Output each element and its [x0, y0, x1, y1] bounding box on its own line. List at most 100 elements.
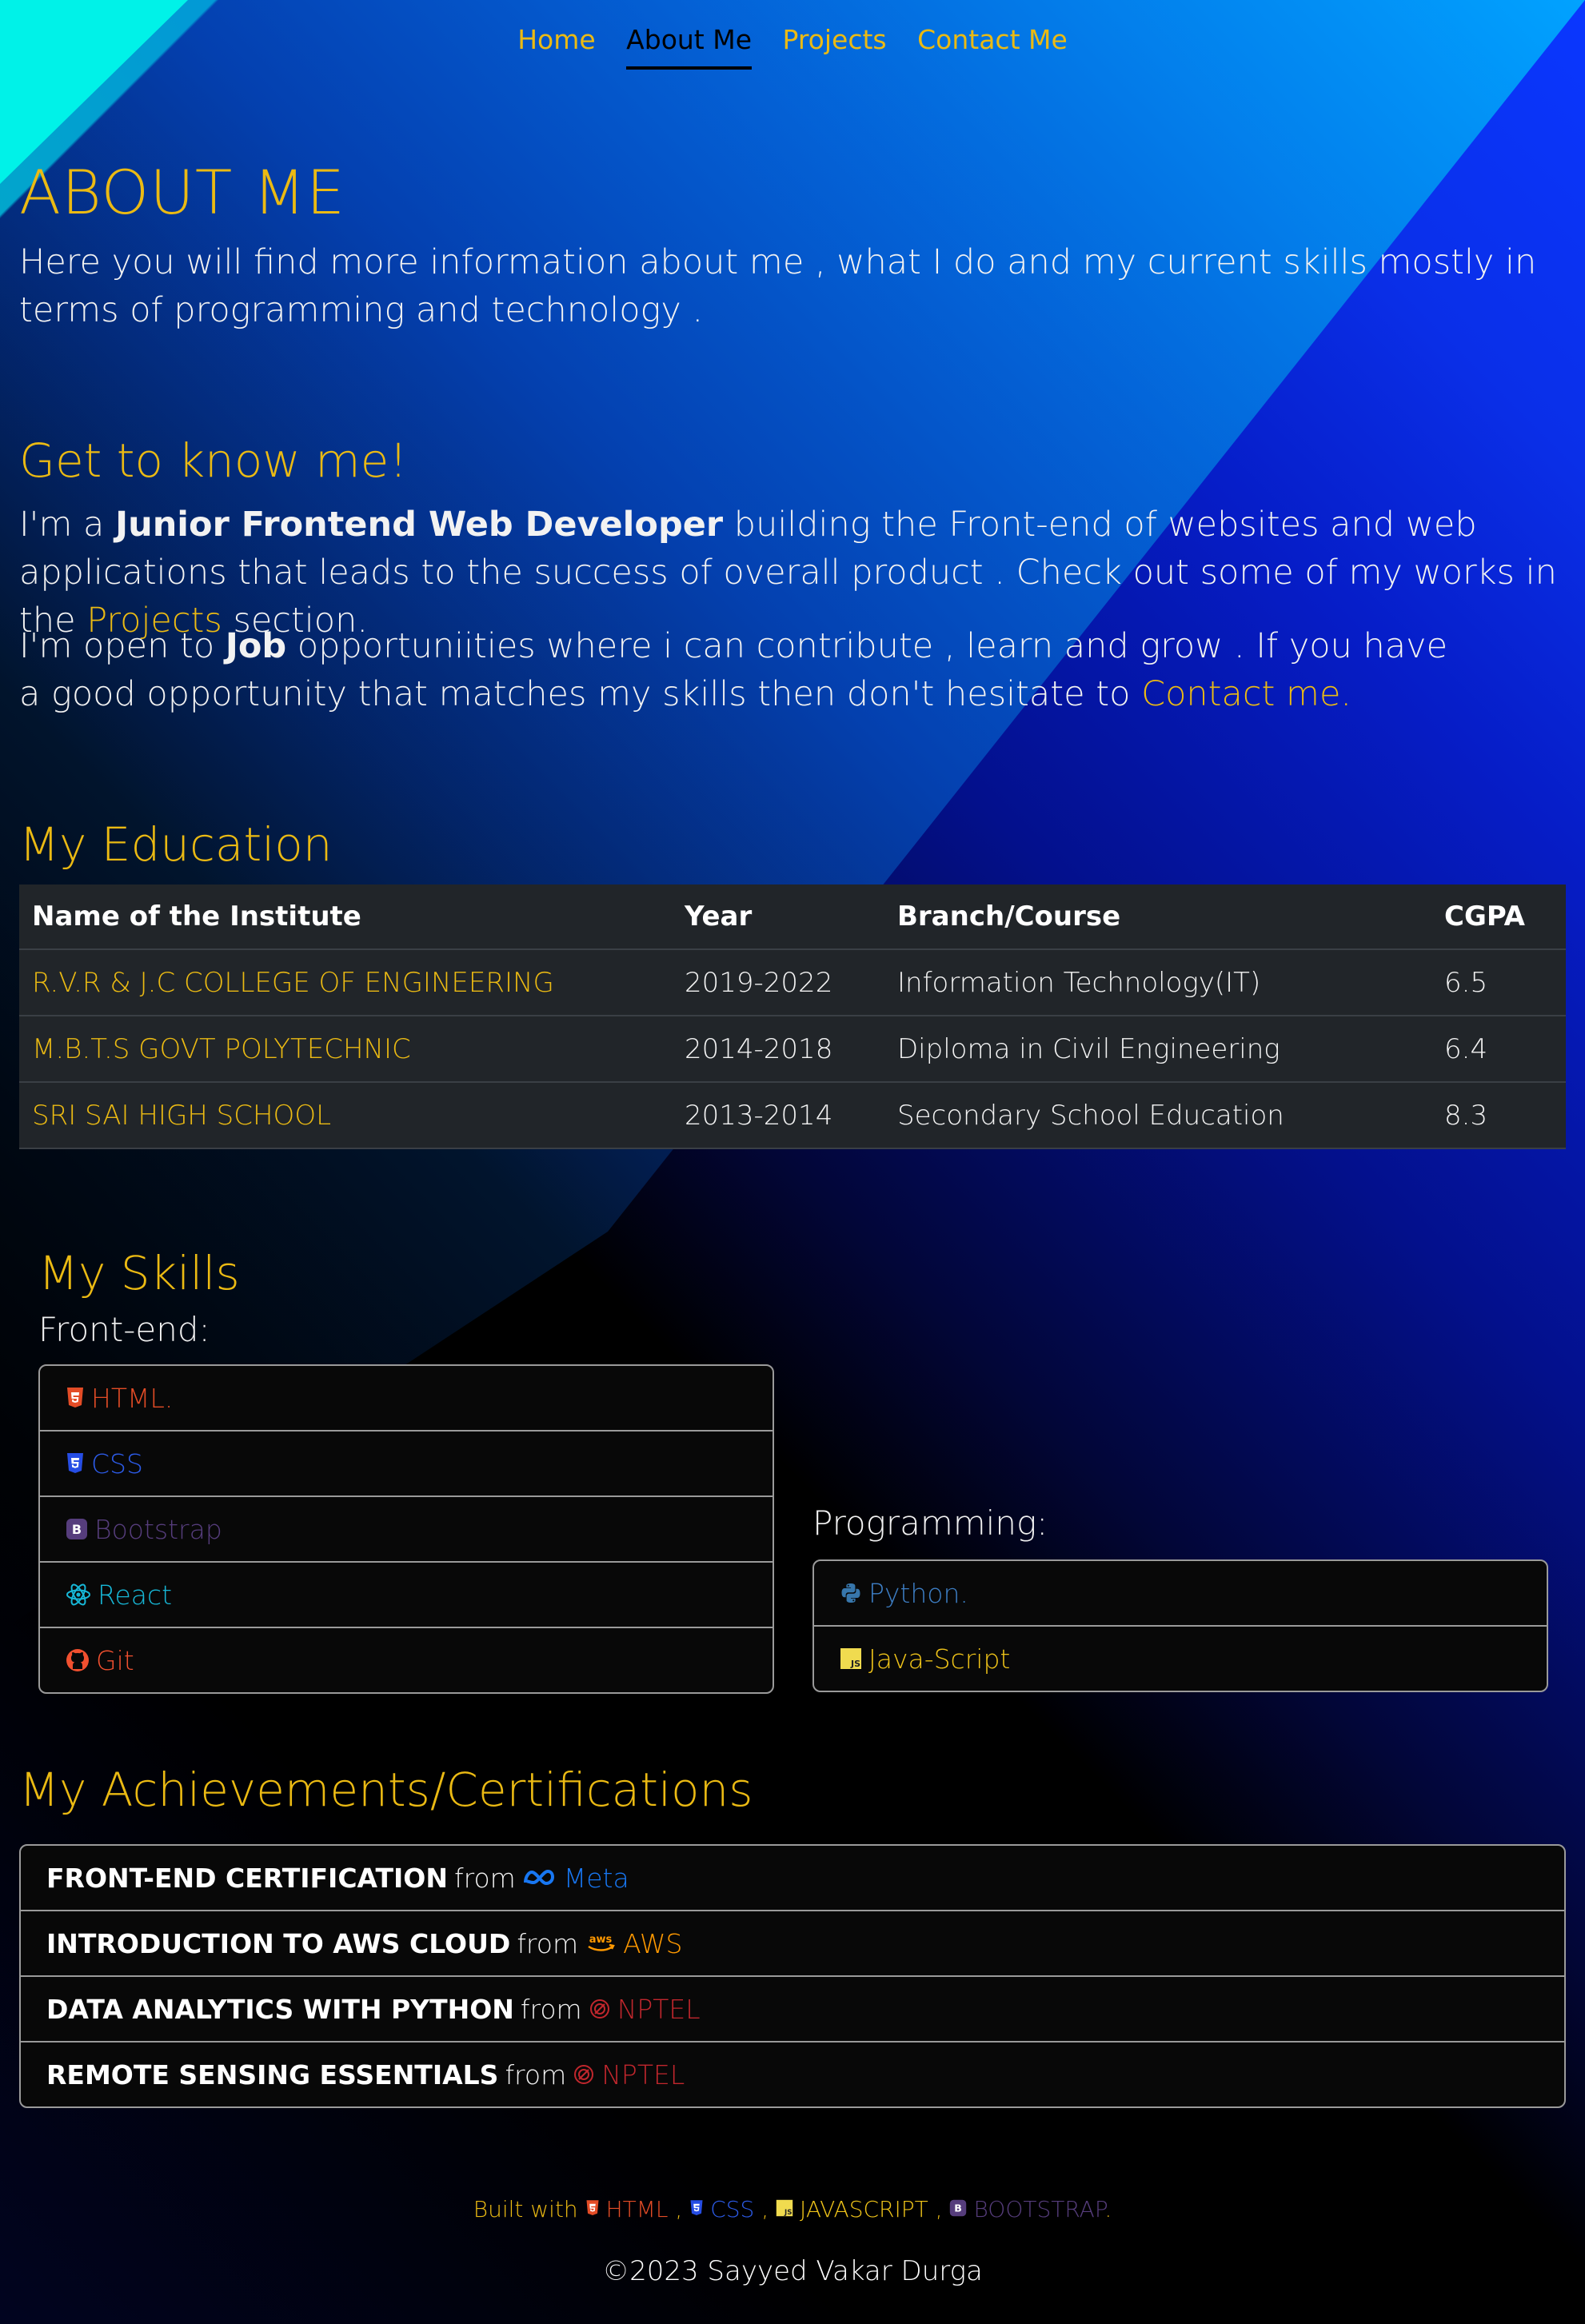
skill-label: Python.: [868, 1577, 968, 1609]
list-item: HTML.: [40, 1366, 773, 1432]
year-cell: 2014-2018: [672, 1016, 884, 1083]
branch-cell: Information Technology(IT): [884, 949, 1431, 1016]
list-item: React: [40, 1563, 773, 1628]
svg-text:aws: aws: [589, 1934, 613, 1946]
footer-end: .: [1104, 2196, 1112, 2222]
footer-sep: ,: [935, 2196, 943, 2222]
top-nav: Home About Me Projects Contact Me: [0, 24, 1585, 70]
know-p1-role: Junior Frontend Web Developer: [115, 505, 724, 545]
frontend-label: Front-end:: [38, 1310, 210, 1349]
nav-home[interactable]: Home: [517, 24, 595, 66]
skill-label: Bootstrap: [94, 1513, 222, 1545]
svg-text:JS: JS: [850, 1659, 860, 1669]
html5-icon: [585, 2199, 600, 2217]
cert-from: from: [505, 2058, 567, 2090]
svg-text:JS: JS: [784, 2209, 792, 2217]
svg-text:B: B: [72, 1522, 82, 1537]
list-item: JS Java-Script: [814, 1627, 1547, 1691]
know-p2-text-a: I'm open to: [19, 626, 226, 666]
footer-bootstrap: BOOTSTRAP: [973, 2196, 1105, 2222]
col-header-year: Year: [672, 884, 884, 950]
cert-from: from: [520, 1993, 582, 2025]
html5-icon: [66, 1387, 85, 1409]
list-item: INTRODUCTION TO AWS CLOUD from aws AWS: [21, 1911, 1564, 1977]
list-item: Python.: [814, 1561, 1547, 1627]
footer-javascript: JAVASCRIPT: [800, 2196, 928, 2222]
skill-label: CSS: [91, 1448, 143, 1479]
table-row: SRI SAI HIGH SCHOOL 2013-2014 Secondary …: [19, 1082, 1566, 1149]
institute-cell: SRI SAI HIGH SCHOOL: [19, 1082, 672, 1149]
cert-name: FRONT-END CERTIFICATION: [46, 1862, 448, 1894]
nav-contact-me[interactable]: Contact Me: [917, 24, 1068, 66]
css3-icon: [66, 1452, 85, 1475]
institute-cell: R.V.R & J.C COLLEGE OF ENGINEERING: [19, 949, 672, 1016]
bootstrap-icon: B: [66, 1518, 88, 1540]
year-cell: 2019-2022: [672, 949, 884, 1016]
bootstrap-icon: B: [949, 2199, 967, 2217]
cgpa-cell: 6.4: [1431, 1016, 1566, 1083]
css3-icon: [689, 2199, 704, 2217]
list-item: Git: [40, 1628, 773, 1692]
programming-skills-list: Python. JS Java-Script: [812, 1559, 1548, 1692]
list-item: B Bootstrap: [40, 1497, 773, 1563]
get-to-know-title: Get to know me!: [19, 433, 408, 488]
meta-icon: [522, 1868, 557, 1887]
nav-projects[interactable]: Projects: [783, 24, 887, 66]
cert-name: INTRODUCTION TO AWS CLOUD: [46, 1927, 511, 1959]
branch-cell: Secondary School Education: [884, 1082, 1431, 1149]
know-p1-text-a: I'm a: [19, 505, 116, 545]
javascript-icon: JS: [776, 2199, 793, 2217]
footer-built-with: Built with HTML , CSS , JS JAVASCRIPT , B…: [0, 2196, 1585, 2222]
nptel-icon: [573, 2063, 595, 2086]
list-item: CSS: [40, 1432, 773, 1497]
cert-from: from: [453, 1862, 516, 1894]
javascript-icon: JS: [840, 1647, 862, 1670]
frontend-skills-list: HTML. CSS B Bootstrap React Git: [38, 1364, 774, 1694]
achievements-list: FRONT-END CERTIFICATION from Meta INTROD…: [19, 1844, 1566, 2108]
col-header-institute: Name of the Institute: [19, 884, 672, 950]
footer-sep: ,: [675, 2196, 683, 2222]
aws-icon: aws: [585, 1932, 617, 1955]
know-p2-job: Job: [225, 626, 287, 666]
skill-label: HTML.: [91, 1382, 174, 1414]
cert-org: NPTEL: [601, 2058, 685, 2090]
skill-label: Java-Script: [868, 1643, 1011, 1675]
education-title: My Education: [19, 817, 333, 872]
python-icon: [840, 1582, 862, 1604]
footer-html: HTML: [605, 2196, 669, 2222]
cert-from: from: [517, 1927, 579, 1959]
programming-label: Programming:: [812, 1503, 1048, 1543]
nptel-icon: [589, 1998, 611, 2020]
svg-text:B: B: [955, 2202, 963, 2214]
skills-title: My Skills: [38, 1246, 240, 1300]
footer-css: CSS: [710, 2196, 755, 2222]
know-paragraph-2: I'm open to Job opportuniities where i c…: [19, 622, 1459, 718]
nav-about-me[interactable]: About Me: [626, 24, 753, 70]
cert-org: AWS: [623, 1927, 683, 1959]
contact-me-link[interactable]: Contact me.: [1141, 674, 1351, 714]
branch-cell: Diploma in Civil Engineering: [884, 1016, 1431, 1083]
year-cell: 2013-2014: [672, 1082, 884, 1149]
cgpa-cell: 6.5: [1431, 949, 1566, 1016]
col-header-branch: Branch/Course: [884, 884, 1431, 950]
table-row: M.B.T.S GOVT POLYTECHNIC 2014-2018 Diplo…: [19, 1016, 1566, 1083]
page-title: ABOUT ME: [19, 157, 346, 228]
cert-org: Meta: [563, 1862, 629, 1894]
list-item: REMOTE SENSING ESSENTIALS from NPTEL: [21, 2042, 1564, 2106]
table-row: R.V.R & J.C COLLEGE OF ENGINEERING 2019-…: [19, 949, 1566, 1016]
about-intro: Here you will find more information abou…: [19, 242, 1537, 330]
achievements-title: My Achievements/Certifications: [19, 1763, 753, 1817]
react-icon: [66, 1583, 91, 1607]
copyright: ©2023 Sayyed Vakar Durga: [602, 2255, 983, 2287]
cert-name: REMOTE SENSING ESSENTIALS: [46, 2058, 499, 2090]
cgpa-cell: 8.3: [1431, 1082, 1566, 1149]
table-header-row: Name of the Institute Year Branch/Course…: [19, 884, 1566, 950]
education-table: Name of the Institute Year Branch/Course…: [19, 884, 1566, 1149]
cert-name: DATA ANALYTICS WITH PYTHON: [46, 1993, 514, 2025]
list-item: DATA ANALYTICS WITH PYTHON from NPTEL: [21, 1977, 1564, 2042]
github-icon: [66, 1648, 90, 1672]
built-with-label: Built with: [473, 2196, 578, 2222]
skill-label: Git: [96, 1644, 134, 1676]
institute-cell: M.B.T.S GOVT POLYTECHNIC: [19, 1016, 672, 1083]
col-header-cgpa: CGPA: [1431, 884, 1566, 950]
